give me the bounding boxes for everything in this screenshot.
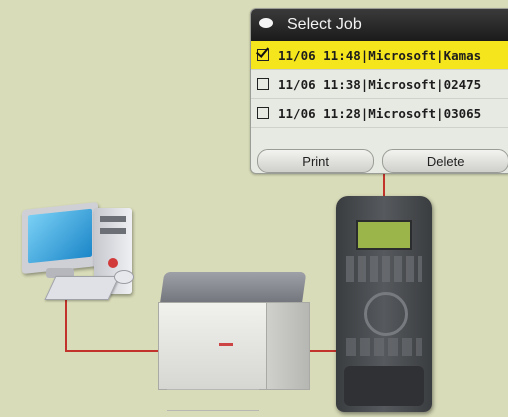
job-row[interactable]: 11/06 11:28|Microsoft|03065 <box>251 99 508 128</box>
printer-side <box>266 302 310 390</box>
panel-keys <box>346 256 422 282</box>
screen-title: Select Job <box>287 16 362 33</box>
job-label: 11/06 11:38|Microsoft|02475 <box>278 76 482 92</box>
printer-top <box>159 272 307 306</box>
computer-icon <box>22 202 98 274</box>
mouse-icon <box>114 270 134 284</box>
connector-computer-printer-v <box>65 296 67 352</box>
monitor-screen <box>28 208 92 264</box>
power-button-icon <box>108 258 118 268</box>
panel-display <box>356 220 412 250</box>
panel-navigation-ring <box>364 292 408 336</box>
checkbox-icon[interactable] <box>257 78 269 90</box>
printer-icon <box>158 272 310 411</box>
job-row[interactable]: 11/06 11:38|Microsoft|02475 <box>251 70 508 99</box>
drive-bay <box>100 216 126 222</box>
screen-header: Select Job <box>251 9 508 41</box>
paper-tray <box>167 389 259 411</box>
connector-lcd-panel <box>383 172 385 198</box>
keyboard-icon <box>44 276 120 300</box>
connector-computer-printer-h <box>65 350 161 352</box>
checkbox-icon[interactable] <box>257 107 269 119</box>
printer-logo <box>219 343 233 346</box>
job-row[interactable]: 11/06 11:48|Microsoft|Kamas <box>251 41 508 70</box>
job-label: 11/06 11:28|Microsoft|03065 <box>278 105 482 121</box>
checkbox-checked-icon[interactable] <box>257 49 269 61</box>
panel-keys-lower <box>346 338 422 356</box>
panel-lower-section <box>344 366 424 406</box>
drive-bay <box>100 228 126 234</box>
control-panel-icon <box>336 196 432 412</box>
job-label: 11/06 11:48|Microsoft|Kamas <box>278 47 482 63</box>
menu-icon <box>259 18 273 28</box>
printer-front <box>158 302 268 411</box>
delete-button[interactable]: Delete <box>382 149 508 173</box>
connector-printer-panel <box>306 350 338 352</box>
job-select-screen: Select Job 11/06 11:48|Microsoft|Kamas 1… <box>250 8 508 174</box>
print-button[interactable]: Print <box>257 149 375 173</box>
screen-buttons: Print Delete <box>251 149 508 173</box>
